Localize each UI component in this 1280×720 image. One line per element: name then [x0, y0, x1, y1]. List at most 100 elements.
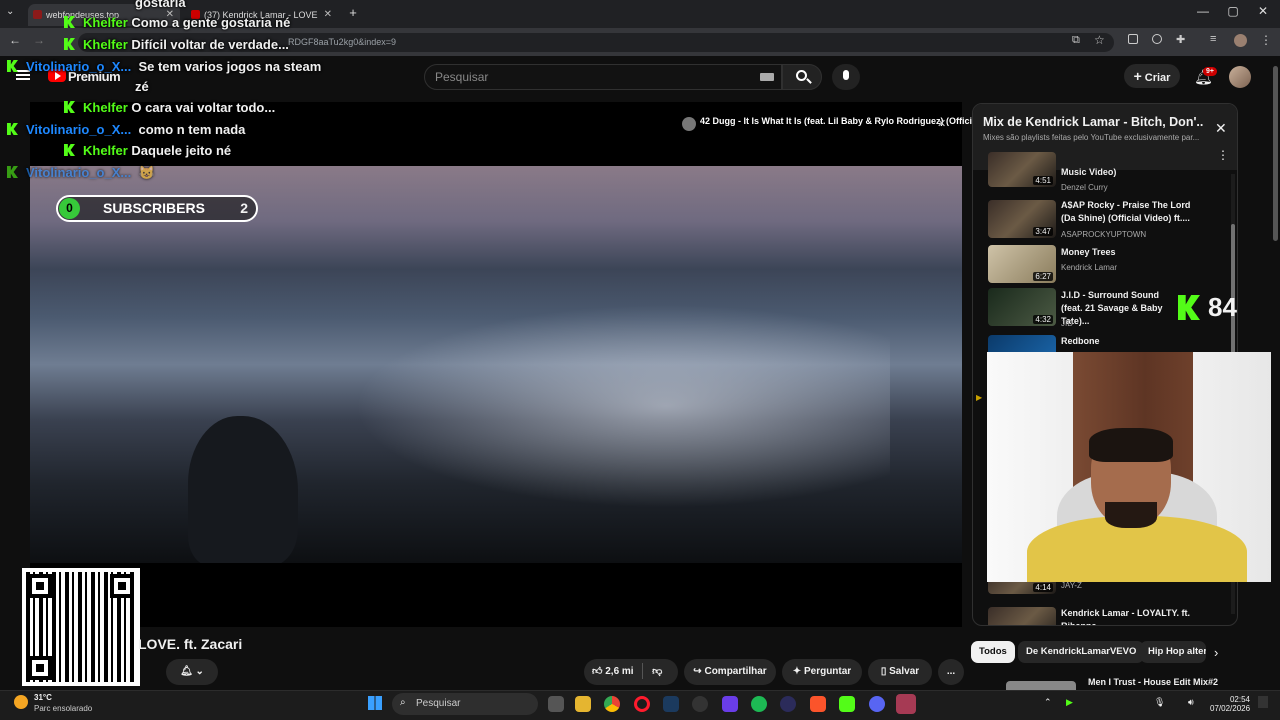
tray-kick-icon[interactable]: ▶ [1066, 697, 1073, 708]
weather-desc[interactable]: Parc ensolarado [34, 704, 92, 713]
playlist-item-title[interactable]: Kendrick Lamar - LOYALTY. ft. Rihanna [1061, 607, 1197, 625]
dismiss-next-icon[interactable]: ✕ [937, 117, 946, 130]
voice-search-button[interactable] [832, 64, 860, 90]
file-explorer-icon[interactable] [575, 696, 591, 712]
playlist-item-title[interactable]: Money Trees [1061, 246, 1197, 259]
chip-kendrick-vevo[interactable]: De KendrickLamarVEVO [1018, 641, 1145, 663]
qr-finder [28, 574, 52, 598]
search-input[interactable]: Pesquisar [424, 64, 782, 90]
playlist-menu-icon[interactable]: ⋮ [1217, 148, 1229, 162]
create-label: Criar [1144, 72, 1171, 84]
task-view-icon[interactable] [548, 696, 564, 712]
chat-message: Vitolinario_o_X... 😺 [7, 165, 155, 181]
bookmark-icon: ▯ [880, 666, 887, 677]
share-icon: ↪ [693, 666, 702, 677]
playlist-item-channel: JID [1061, 319, 1073, 328]
incognito-icon[interactable] [1152, 34, 1162, 44]
more-actions-button[interactable]: ... [938, 659, 964, 685]
ask-button[interactable]: ✦ Perguntar [782, 659, 862, 685]
tray-chevron-icon[interactable]: ⌃ [1044, 697, 1052, 708]
opera-icon[interactable] [634, 696, 650, 712]
brave-icon[interactable] [810, 696, 826, 712]
spotify-icon[interactable] [751, 696, 767, 712]
profile-avatar[interactable] [1234, 34, 1247, 47]
bell-icon: 🔔︎ [180, 666, 193, 677]
playlist-thumb[interactable]: 6:27 [988, 245, 1056, 283]
keyboard-icon[interactable] [760, 73, 774, 81]
chat-text: Daquele jeito né [131, 143, 232, 158]
duration-badge: 4:32 [1033, 315, 1053, 324]
steam-icon[interactable] [663, 696, 679, 712]
minimize-button[interactable]: — [1188, 4, 1218, 18]
taskbar-clock[interactable]: 02:54 07/02/2026 [1210, 695, 1250, 713]
playlist-thumb[interactable]: 4:32 [988, 288, 1056, 326]
browser-menu-icon[interactable]: ⋮ [1260, 33, 1272, 47]
kick-icon [7, 123, 18, 135]
clock-time: 02:54 [1229, 695, 1250, 704]
close-playlist-icon[interactable]: ✕ [1215, 120, 1227, 137]
playlist-thumb[interactable]: 3:47 [988, 200, 1056, 238]
page-scrollbar[interactable] [1271, 56, 1280, 690]
duration-badge: 4:14 [1033, 583, 1053, 592]
chips-next-icon[interactable]: › [1214, 645, 1218, 660]
notification-center-icon[interactable] [1258, 696, 1268, 708]
like-count[interactable]: 2,6 mi [605, 666, 633, 677]
extension-icon[interactable] [1128, 34, 1138, 44]
install-app-icon[interactable]: ⧉ [1072, 34, 1080, 47]
obs-icon[interactable] [896, 694, 916, 714]
kick-icon [64, 16, 75, 28]
puzzle-icon[interactable]: ✚ [1176, 33, 1185, 46]
back-icon[interactable]: ← [6, 33, 24, 47]
expand-arrow-icon[interactable]: ▶ [976, 393, 982, 402]
chat-text: Se tem varios jogos na steam [138, 59, 322, 74]
chat-username: Vitolinario_o_X... [26, 122, 132, 137]
weather-icon[interactable] [14, 695, 28, 709]
crouching-figure [188, 416, 298, 563]
chip-all[interactable]: Todos [971, 641, 1015, 663]
twitch-icon[interactable] [722, 696, 738, 712]
kick-app-icon[interactable] [839, 696, 855, 712]
subscribe-bell-button[interactable]: 🔔︎ ⌄ [166, 659, 218, 685]
create-button[interactable]: + Criar [1124, 64, 1180, 88]
new-tab-button[interactable]: + [344, 4, 362, 22]
tab-list-chevron-icon[interactable]: ⌄ [6, 6, 14, 17]
save-label: Salvar [889, 666, 920, 677]
dislike-icon[interactable]: 👎︎ [652, 666, 662, 677]
account-avatar[interactable] [1229, 66, 1251, 88]
chip-hiphop[interactable]: Hip Hop alter [1140, 641, 1206, 663]
app-icon[interactable] [692, 696, 708, 712]
close-window-button[interactable]: ✕ [1248, 4, 1278, 18]
chrome-icon[interactable] [604, 696, 620, 712]
maximize-button[interactable]: ▢ [1218, 4, 1248, 18]
weather-temp[interactable]: 31°C [34, 693, 52, 702]
playlist-item-title[interactable]: A$AP Rocky - Praise The Lord (Da Shine) … [1061, 199, 1197, 225]
playlist-item-title[interactable]: Music Video) [1061, 166, 1197, 179]
like-icon[interactable]: 👍︎ [592, 666, 602, 677]
playlist-title: Mix de Kendrick Lamar - Bitch, Don'... [983, 115, 1203, 129]
windows-start-icon[interactable] [368, 696, 382, 710]
ask-label: Perguntar [803, 666, 852, 677]
media-control-icon[interactable]: ≡ [1210, 33, 1216, 45]
kick-icon [7, 166, 18, 178]
recommendation-title[interactable]: Men I Trust - House Edit Mix#2 [1088, 677, 1218, 687]
search-button[interactable] [782, 64, 822, 90]
close-tab-icon[interactable]: ✕ [324, 4, 332, 26]
forward-icon[interactable]: → [30, 33, 48, 47]
share-button[interactable]: ↪ Compartilhar [684, 659, 776, 685]
streamer-webcam [987, 352, 1280, 582]
save-button[interactable]: ▯ Salvar [868, 659, 932, 685]
bookmark-star-icon[interactable]: ☆ [1094, 33, 1105, 47]
chat-text: como n tem nada [138, 122, 246, 137]
playlist-thumb[interactable] [988, 607, 1056, 625]
discord-icon[interactable] [869, 696, 885, 712]
playlist-item-title[interactable]: Redbone [1061, 335, 1197, 348]
subscriber-left-count: 0 [59, 198, 80, 219]
taskbar-search[interactable]: Pesquisar [392, 693, 538, 715]
playlist-thumb[interactable]: 4:51 [988, 152, 1056, 187]
chat-text: Difícil voltar de verdade... [131, 37, 289, 52]
recommendation-thumb[interactable] [1006, 681, 1076, 690]
app-icon[interactable] [780, 696, 796, 712]
tray-volume-icon[interactable]: 🔊︎ [1188, 697, 1194, 708]
chat-message: Vitolinario_o_X... como n tem nada [7, 122, 245, 137]
tray-network-icon[interactable]: 🎙︎ [1154, 697, 1165, 708]
